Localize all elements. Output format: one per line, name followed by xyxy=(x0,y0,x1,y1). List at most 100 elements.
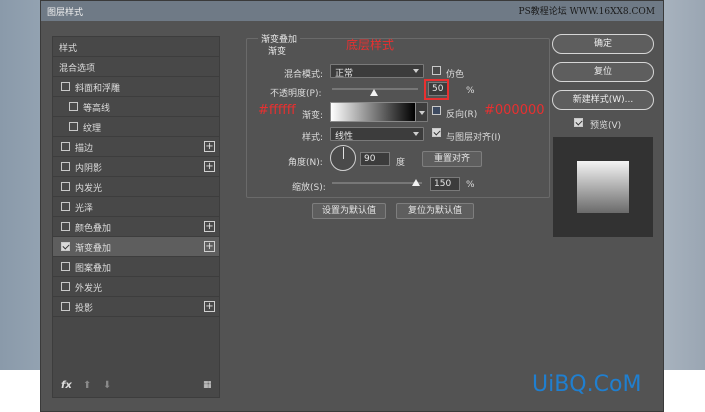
color-overlay-checkbox[interactable] xyxy=(61,222,70,231)
opacity-slider-thumb[interactable] xyxy=(370,89,378,96)
blend-mode-label: 混合模式: xyxy=(284,70,324,80)
add-drop-shadow-icon[interactable]: + xyxy=(204,301,215,312)
chevron-down-icon xyxy=(413,69,419,73)
sidebar-item-blending-options[interactable]: 混合选项 xyxy=(53,57,219,77)
sidebar-item-satin[interactable]: 光泽 xyxy=(53,197,219,217)
sidebar-item-outer-glow[interactable]: 外发光 xyxy=(53,277,219,297)
sidebar-item-color-overlay[interactable]: 颜色叠加 + xyxy=(53,217,219,237)
annotation-black-color: #000000 xyxy=(484,103,545,118)
contour-checkbox[interactable] xyxy=(69,102,78,111)
move-down-icon[interactable]: ⬇ xyxy=(103,380,111,391)
sidebar-item-inner-shadow[interactable]: 内阴影 + xyxy=(53,157,219,177)
gradient-picker[interactable] xyxy=(330,102,416,122)
brand-watermark: UiBQ.CoM xyxy=(532,372,642,397)
reset-button[interactable]: 复位 xyxy=(552,62,654,82)
degree-label: 度 xyxy=(396,158,406,168)
sidebar-item-label: 内阴影 xyxy=(75,164,103,174)
inner-shadow-checkbox[interactable] xyxy=(61,162,70,171)
gradient-dropdown[interactable] xyxy=(416,102,428,122)
add-inner-shadow-icon[interactable]: + xyxy=(204,161,215,172)
annotation-bottom-style: 底层样式 xyxy=(346,38,395,52)
add-stroke-icon[interactable]: + xyxy=(204,141,215,152)
stroke-checkbox[interactable] xyxy=(61,142,70,151)
sidebar-item-label: 混合选项 xyxy=(59,64,96,74)
percent-sign: % xyxy=(466,180,475,190)
angle-label: 角度(N): xyxy=(288,158,323,168)
gradient-overlay-checkbox[interactable] xyxy=(61,242,70,251)
sidebar-item-label: 样式 xyxy=(59,44,78,54)
trash-icon[interactable]: ▦ xyxy=(203,380,212,390)
style-label: 样式: xyxy=(302,133,324,143)
sidebar-item-texture[interactable]: 纹理 xyxy=(53,117,219,137)
set-default-button[interactable]: 设置为默认值 xyxy=(312,203,386,219)
preview-checkbox[interactable] xyxy=(574,118,583,127)
sidebar-item-label: 渐变叠加 xyxy=(75,244,112,254)
sidebar-item-stroke[interactable]: 描边 + xyxy=(53,137,219,157)
ok-button[interactable]: 确定 xyxy=(552,34,654,54)
list-footer: fx ⬆ ⬇ ▦ xyxy=(53,375,219,397)
style-select[interactable]: 线性 xyxy=(330,127,424,142)
sidebar-item-contour[interactable]: 等高线 xyxy=(53,97,219,117)
angle-dial[interactable] xyxy=(330,145,356,171)
pattern-overlay-checkbox[interactable] xyxy=(61,262,70,271)
sidebar-item-label: 颜色叠加 xyxy=(75,224,112,234)
align-with-layer-label: 与图层对齐(I) xyxy=(446,133,501,143)
chevron-down-icon xyxy=(419,111,425,115)
add-color-overlay-icon[interactable]: + xyxy=(204,221,215,232)
fx-icon[interactable]: fx xyxy=(61,380,72,391)
bevel-emboss-checkbox[interactable] xyxy=(61,82,70,91)
reverse-checkbox[interactable] xyxy=(432,106,441,115)
outer-glow-checkbox[interactable] xyxy=(61,282,70,291)
reset-alignment-button[interactable]: 重置对齐 xyxy=(422,151,482,167)
blend-mode-value: 正常 xyxy=(335,69,354,79)
satin-checkbox[interactable] xyxy=(61,202,70,211)
annotation-white-color: #ffffff xyxy=(258,103,296,118)
sidebar-item-label: 外发光 xyxy=(75,284,103,294)
window-title: 图层样式 xyxy=(47,8,84,18)
percent-sign: % xyxy=(466,86,475,96)
new-style-button[interactable]: 新建样式(W)... xyxy=(552,90,654,110)
add-gradient-overlay-icon[interactable]: + xyxy=(204,241,215,252)
dither-checkbox[interactable] xyxy=(432,66,441,75)
scale-value: 150 xyxy=(434,179,452,189)
sidebar-item-inner-glow[interactable]: 内发光 xyxy=(53,177,219,197)
gradient-subtitle: 渐变 xyxy=(268,47,287,57)
style-list: 样式 混合选项 斜面和浮雕 等高线 纹理 描边 + 内阴影 + 内发光 光泽 颜… xyxy=(52,36,220,398)
texture-checkbox[interactable] xyxy=(69,122,78,131)
sidebar-item-gradient-overlay[interactable]: 渐变叠加 + xyxy=(53,237,219,257)
move-up-icon[interactable]: ⬆ xyxy=(83,380,91,391)
align-with-layer-checkbox[interactable] xyxy=(432,128,441,137)
preview-label: 预览(V) xyxy=(590,121,622,131)
sidebar-item-label: 光泽 xyxy=(75,204,94,214)
reverse-label: 反向(R) xyxy=(446,110,478,120)
sidebar-item-label: 投影 xyxy=(75,304,94,314)
opacity-label: 不透明度(P): xyxy=(270,89,322,99)
inner-glow-checkbox[interactable] xyxy=(61,182,70,191)
preview-thumbnail xyxy=(553,137,653,237)
sidebar-item-label: 图案叠加 xyxy=(75,264,112,274)
scale-slider[interactable] xyxy=(332,182,422,184)
sidebar-item-bevel-emboss[interactable]: 斜面和浮雕 xyxy=(53,77,219,97)
site-watermark: PS教程论坛 WWW.16XX8.COM xyxy=(518,7,655,17)
sidebar-item-label: 描边 xyxy=(75,144,94,154)
sidebar-item-drop-shadow[interactable]: 投影 + xyxy=(53,297,219,317)
style-value: 线性 xyxy=(335,132,354,142)
blend-mode-select[interactable]: 正常 xyxy=(330,64,424,79)
opacity-highlight xyxy=(424,79,449,100)
sidebar-item-label: 内发光 xyxy=(75,184,103,194)
drop-shadow-checkbox[interactable] xyxy=(61,302,70,311)
preview-swatch xyxy=(577,161,629,213)
scale-input[interactable]: 150 xyxy=(430,177,460,191)
angle-value: 90 xyxy=(364,154,376,164)
angle-input[interactable]: 90 xyxy=(360,152,390,166)
titlebar: 图层样式 PS教程论坛 WWW.16XX8.COM xyxy=(41,1,663,21)
chevron-down-icon xyxy=(413,132,419,136)
sidebar-item-pattern-overlay[interactable]: 图案叠加 xyxy=(53,257,219,277)
sidebar-item-label: 斜面和浮雕 xyxy=(75,84,121,94)
scale-label: 缩放(S): xyxy=(292,183,326,193)
reset-default-button[interactable]: 复位为默认值 xyxy=(396,203,474,219)
scale-slider-thumb[interactable] xyxy=(412,179,420,186)
gradient-label: 渐变: xyxy=(302,111,324,121)
sidebar-item-label: 等高线 xyxy=(83,104,111,114)
sidebar-item-styles[interactable]: 样式 xyxy=(53,37,219,57)
